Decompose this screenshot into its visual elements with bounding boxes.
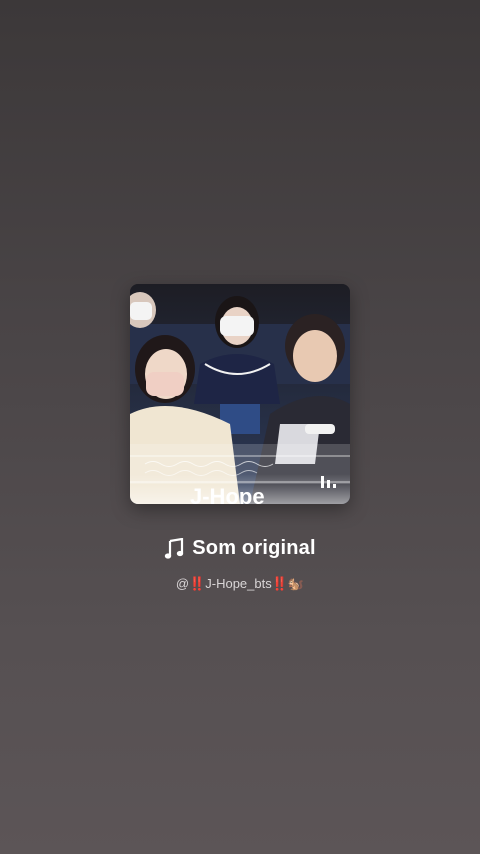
waveform-bars-icon (321, 476, 336, 488)
sound-title: Som original (192, 537, 316, 559)
sound-cover-art[interactable]: J-Hope (130, 284, 350, 504)
sound-title-row[interactable]: Som original (0, 537, 480, 560)
sound-author-link[interactable]: @‼️J-Hope_bts‼️🐿️ (0, 576, 480, 592)
music-note-icon (165, 537, 184, 559)
cover-image: J-Hope (130, 284, 350, 504)
cover-overlay-text: J-Hope (190, 484, 265, 504)
